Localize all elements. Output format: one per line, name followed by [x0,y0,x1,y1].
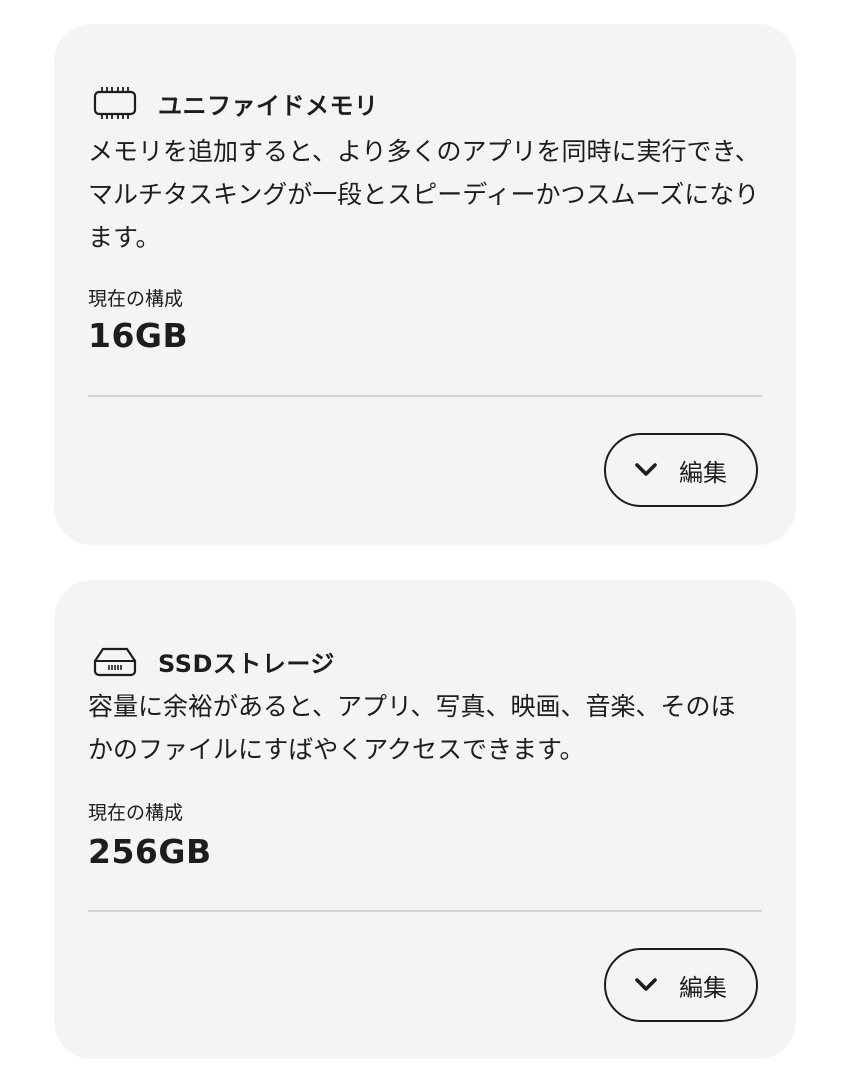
storage-card-description: 容量に余裕があると、アプリ、写真、映画、音楽、そのほかのファイルにすばやくアクセ… [88,692,736,764]
ssd-drive-icon [92,643,140,679]
storage-edit-button[interactable]: 編集 [604,948,758,1022]
memory-config-label: 現在の構成 [88,288,184,310]
chevron-down-icon [635,462,659,478]
storage-card-title: SSDストレージ [158,649,335,678]
memory-edit-button[interactable]: 編集 [604,433,758,507]
memory-card-description: メモリを追加すると、より多くのアプリを同時に実行でき、マルチタスキングが一段とス… [88,137,760,252]
storage-divider [88,910,762,912]
storage-card: SSDストレージ 容量に余裕があると、アプリ、写真、映画、音楽、そのほかのファイ… [54,580,796,1059]
chevron-down-icon [635,977,659,993]
memory-card: ユニファイドメモリ メモリを追加すると、より多くのアプリを同時に実行でき、マルチ… [54,24,796,545]
memory-edit-label: 編集 [679,458,727,487]
storage-edit-label: 編集 [679,973,727,1002]
storage-config-value: 256GB [88,832,212,871]
memory-config-value: 16GB [88,316,189,355]
memory-card-title: ユニファイドメモリ [158,91,379,120]
memory-divider [88,395,762,397]
storage-config-label: 現在の構成 [88,802,184,824]
memory-chip-icon [92,85,140,121]
